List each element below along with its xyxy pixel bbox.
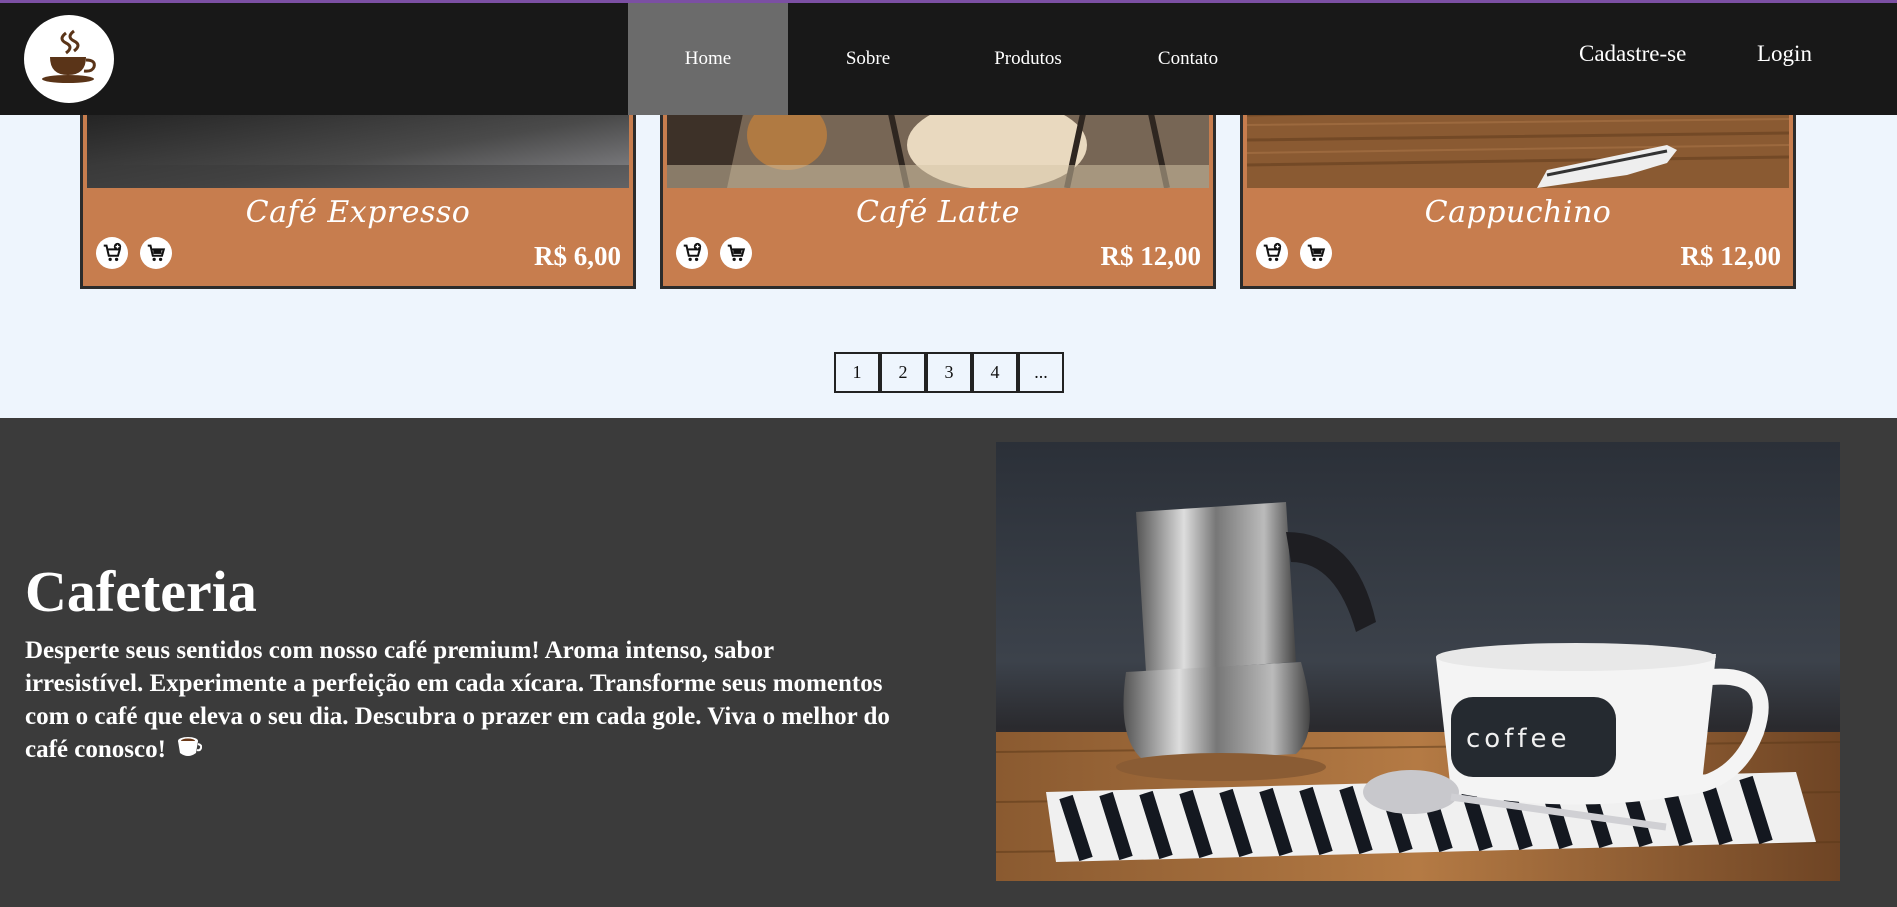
page-button-4[interactable]: 4 bbox=[972, 352, 1018, 393]
page-button-3[interactable]: 3 bbox=[926, 352, 972, 393]
page-button-1[interactable]: 1 bbox=[834, 352, 880, 393]
page-button-more[interactable]: ... bbox=[1018, 352, 1064, 393]
nav-link-produtos[interactable]: Produtos bbox=[948, 3, 1108, 115]
pagination: 1 2 3 4 ... bbox=[834, 352, 1064, 393]
add-to-cart-icon[interactable] bbox=[96, 237, 128, 269]
coffee-emoji-icon bbox=[174, 733, 203, 770]
product-name: Cappuchino bbox=[1424, 195, 1612, 230]
product-name: Café Latte bbox=[856, 195, 1020, 230]
product-price: R$ 12,00 bbox=[1680, 241, 1782, 271]
product-price: R$ 6,00 bbox=[534, 241, 621, 271]
nav-link-sobre[interactable]: Sobre bbox=[788, 3, 948, 115]
cart-icon[interactable] bbox=[140, 237, 172, 269]
page-button-2[interactable]: 2 bbox=[880, 352, 926, 393]
hero-section: Cafeteria Desperte seus sentidos com nos… bbox=[0, 418, 1897, 907]
product-name: Café Expresso bbox=[245, 195, 471, 230]
product-card-latte[interactable]: Café Latte R$ 12,00 bbox=[660, 95, 1216, 289]
product-price: R$ 12,00 bbox=[1100, 241, 1202, 271]
nav-link-home[interactable]: Home bbox=[628, 3, 788, 115]
coffee-cup-logo[interactable] bbox=[24, 15, 114, 103]
nav-link-contato[interactable]: Contato bbox=[1108, 3, 1268, 115]
hero-text-body: Desperte seus sentidos com nosso café pr… bbox=[25, 637, 890, 764]
hero-coffee-photo: coffee bbox=[996, 442, 1840, 881]
cart-icon[interactable] bbox=[1300, 237, 1332, 269]
hero-title: Cafeteria bbox=[25, 559, 257, 624]
login-link[interactable]: Login bbox=[1757, 41, 1812, 67]
product-card-cappuchino[interactable]: Cappuchino R$ 12,00 bbox=[1240, 95, 1796, 289]
signup-link[interactable]: Cadastre-se bbox=[1579, 41, 1686, 67]
add-to-cart-icon[interactable] bbox=[1256, 237, 1288, 269]
add-to-cart-icon[interactable] bbox=[676, 237, 708, 269]
main-nav: Home Sobre Produtos Contato bbox=[628, 3, 1268, 115]
cart-icon[interactable] bbox=[720, 237, 752, 269]
svg-text:coffee: coffee bbox=[1466, 724, 1571, 754]
navbar: Home Sobre Produtos Contato Cadastre-se … bbox=[0, 3, 1897, 115]
product-card-expresso[interactable]: Café Expresso R$ 6,00 bbox=[80, 95, 636, 289]
hero-text: Desperte seus sentidos com nosso café pr… bbox=[25, 634, 895, 770]
